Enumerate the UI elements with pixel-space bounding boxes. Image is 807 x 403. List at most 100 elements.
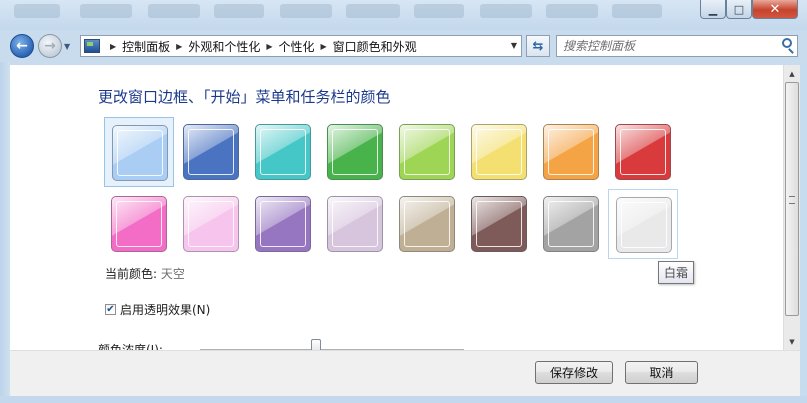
color-swatch[interactable] — [392, 189, 462, 259]
color-swatch-tile[interactable] — [255, 196, 311, 252]
window-frame-bottom — [0, 396, 807, 403]
cancel-button[interactable]: 取消 — [625, 361, 698, 384]
window-frame-right — [800, 62, 807, 403]
swatch-inner-frame — [332, 129, 378, 175]
recent-pages-dropdown-icon[interactable]: ▼ — [64, 42, 70, 51]
color-swatch-tile[interactable] — [327, 124, 383, 180]
color-swatch-tile[interactable] — [327, 196, 383, 252]
swatch-tooltip: 白霜 — [658, 261, 695, 284]
title-bar-blur — [546, 4, 598, 18]
breadcrumb-control-panel[interactable]: 控制面板 — [122, 38, 170, 55]
color-swatch[interactable] — [608, 189, 678, 259]
color-swatch[interactable] — [176, 117, 246, 187]
swatch-inner-frame — [548, 129, 594, 175]
title-bar-blur — [214, 4, 264, 18]
color-swatch-tile[interactable] — [183, 124, 239, 180]
swatch-inner-frame — [404, 201, 450, 247]
color-swatch-tile[interactable] — [543, 124, 599, 180]
intensity-label: 颜色浓度(I): — [98, 343, 163, 350]
title-bar-blur — [148, 4, 200, 18]
title-bar-blur — [14, 4, 60, 18]
breadcrumb-window-color[interactable]: 窗口颜色和外观 — [333, 38, 417, 55]
swatch-inner-frame — [404, 129, 450, 175]
search-icon[interactable] — [782, 38, 792, 48]
intensity-slider-thumb[interactable] — [311, 339, 321, 350]
color-swatch[interactable] — [464, 117, 534, 187]
transparency-checkbox[interactable]: ✔ 启用透明效果(N) — [105, 301, 210, 318]
breadcrumb-chevron-icon[interactable]: ▶ — [176, 42, 182, 51]
title-bar-blur — [280, 4, 332, 18]
address-dropdown-icon[interactable]: ▼ — [511, 41, 517, 50]
checkbox-check-icon[interactable]: ✔ — [105, 304, 116, 315]
swatch-inner-frame — [116, 201, 162, 247]
close-button[interactable]: ✕ — [752, 0, 798, 19]
search-input[interactable] — [563, 38, 763, 54]
swatch-inner-frame — [621, 202, 667, 248]
color-swatch[interactable] — [248, 189, 318, 259]
swatch-inner-frame — [332, 201, 378, 247]
color-swatch-tile[interactable] — [543, 196, 599, 252]
arrow-right-icon: → — [44, 38, 56, 54]
color-swatch[interactable] — [320, 117, 390, 187]
color-swatch[interactable] — [104, 117, 174, 187]
color-swatch[interactable] — [176, 189, 246, 259]
swatch-inner-frame — [260, 129, 306, 175]
refresh-button[interactable]: ⇆ — [526, 35, 550, 57]
title-bar-blur — [414, 4, 464, 18]
transparency-label[interactable]: 启用透明效果(N) — [120, 301, 210, 318]
breadcrumb-personalization[interactable]: 个性化 — [279, 38, 315, 55]
scrollbar-thumb[interactable] — [785, 82, 799, 316]
breadcrumb-chevron-icon[interactable]: ▶ — [321, 42, 327, 51]
current-color-value: 天空 — [160, 267, 185, 281]
color-swatch-tile[interactable] — [111, 196, 167, 252]
scroll-up-arrow-icon[interactable]: ▲ — [784, 65, 800, 82]
current-color-label: 当前颜色: — [105, 267, 158, 281]
vertical-scrollbar[interactable]: ▲ ▼ — [783, 65, 800, 350]
navigation-bar: ← → ▼ ▶ 控制面板 ▶ 外观和个性化 ▶ 个性化 ▶ 窗口颜色和外观 ▼ … — [0, 30, 807, 62]
address-bar[interactable]: ▶ 控制面板 ▶ 外观和个性化 ▶ 个性化 ▶ 窗口颜色和外观 ▼ — [80, 35, 522, 57]
window-frame-left — [0, 62, 10, 403]
color-swatch-tile[interactable] — [616, 197, 672, 253]
search-box[interactable] — [556, 35, 798, 57]
color-swatch-tile[interactable] — [255, 124, 311, 180]
color-swatch[interactable] — [392, 117, 462, 187]
breadcrumb-chevron-icon[interactable]: ▶ — [266, 42, 272, 51]
breadcrumb-appearance[interactable]: 外观和个性化 — [188, 38, 260, 55]
color-swatch[interactable] — [464, 189, 534, 259]
maximize-button[interactable]: □ — [726, 0, 752, 19]
breadcrumb-chevron-icon[interactable]: ▶ — [110, 42, 116, 51]
color-swatch[interactable] — [536, 117, 606, 187]
color-swatch-tile[interactable] — [471, 124, 527, 180]
current-color: 当前颜色: 天空 — [105, 265, 185, 282]
title-bar: ▁ □ ✕ — [0, 0, 807, 30]
swatch-inner-frame — [620, 129, 666, 175]
color-swatch-tile[interactable] — [399, 124, 455, 180]
control-panel-icon — [84, 39, 100, 53]
color-swatch-tile[interactable] — [615, 124, 671, 180]
color-swatch[interactable] — [248, 117, 318, 187]
title-bar-blur — [612, 4, 662, 18]
title-bar-blur — [480, 4, 532, 18]
color-swatch-tile[interactable] — [399, 196, 455, 252]
save-changes-button[interactable]: 保存修改 — [535, 361, 613, 384]
button-bar: 保存修改 取消 — [10, 350, 800, 396]
scrollbar-grip-icon — [789, 196, 795, 204]
minimize-button[interactable]: ▁ — [700, 0, 726, 19]
color-swatch[interactable] — [536, 189, 606, 259]
swatch-inner-frame — [476, 129, 522, 175]
title-bar-blur — [346, 4, 400, 18]
swatch-inner-frame — [117, 130, 163, 176]
forward-button[interactable]: → — [38, 34, 62, 58]
title-bar-blur — [80, 4, 132, 18]
color-swatch-tile[interactable] — [471, 196, 527, 252]
color-swatch-tile[interactable] — [112, 125, 168, 181]
refresh-icon: ⇆ — [532, 38, 544, 54]
color-swatch[interactable] — [608, 117, 678, 187]
swatch-inner-frame — [188, 201, 234, 247]
back-button[interactable]: ← — [10, 34, 34, 58]
swatch-inner-frame — [188, 129, 234, 175]
color-swatch-tile[interactable] — [183, 196, 239, 252]
scroll-down-arrow-icon[interactable]: ▼ — [784, 333, 800, 350]
color-swatch[interactable] — [320, 189, 390, 259]
color-swatch[interactable] — [104, 189, 174, 259]
